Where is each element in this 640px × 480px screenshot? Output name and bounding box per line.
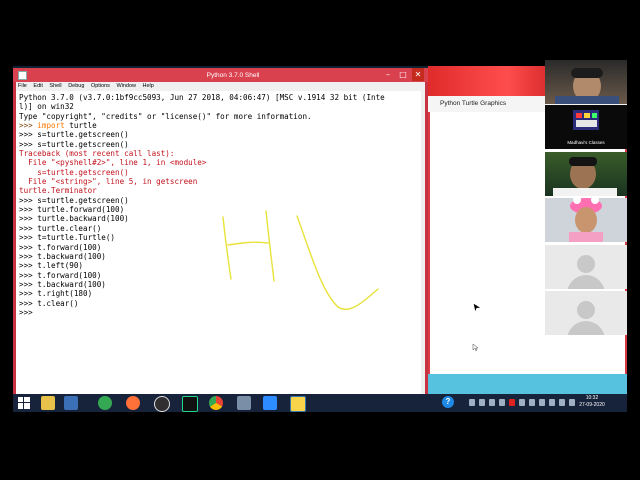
user-avatar-icon	[577, 301, 595, 319]
taskbar-clock[interactable]: 10:32 27-09-2020	[574, 395, 610, 411]
windows-taskbar	[13, 394, 627, 412]
tray-icon[interactable]	[509, 399, 515, 406]
menu-help[interactable]: Help	[143, 82, 154, 91]
pen-annotation	[222, 210, 379, 310]
chrome-icon[interactable]	[209, 396, 223, 410]
menu-shell[interactable]: Shell	[49, 82, 61, 91]
windows-start-icon[interactable]	[18, 397, 30, 409]
menu-file[interactable]: File	[18, 82, 27, 91]
student-video	[555, 68, 619, 104]
tray-icon[interactable]	[489, 399, 495, 406]
shell-editor[interactable]: Python 3.7.0 (v3.7.0:1bf9cc5093, Jun 27 …	[16, 91, 421, 395]
idle-window-title: Python 3.7.0 Shell	[206, 72, 260, 79]
clock-time: 10:32	[585, 395, 599, 401]
turtle-window-title: Python Turtle Graphics	[440, 100, 507, 107]
python-idle-icon[interactable]	[290, 396, 306, 412]
obs-icon[interactable]	[154, 396, 170, 412]
zoom-icon[interactable]	[263, 396, 277, 410]
participant-tile[interactable]	[545, 291, 627, 335]
tray-icon[interactable]	[479, 399, 485, 406]
tray-icon[interactable]	[529, 399, 535, 406]
photos-icon[interactable]	[64, 396, 78, 410]
idle-menubar: File Edit Shell Debug Options Window Hel…	[16, 82, 425, 91]
clock-date: 27-09-2020	[579, 402, 605, 408]
turtle-cursor-icon	[473, 303, 481, 312]
user-avatar-body	[567, 275, 605, 289]
menu-edit[interactable]: Edit	[33, 82, 42, 91]
idle-app-icon	[18, 71, 27, 80]
menu-options[interactable]: Options	[91, 82, 110, 91]
user-avatar-icon	[577, 255, 595, 273]
participant-tile[interactable]	[545, 245, 627, 289]
student-video	[569, 198, 603, 242]
close-icon[interactable]: ✕	[412, 68, 424, 81]
participant-name: Madhavi's Classes	[567, 140, 605, 145]
firefox-icon[interactable]	[126, 396, 140, 410]
mouse-pointer-icon	[472, 343, 479, 352]
menu-window[interactable]: Window	[116, 82, 136, 91]
participant-tile[interactable]	[545, 198, 627, 242]
pycharm-icon[interactable]	[182, 396, 198, 412]
minimize-icon[interactable]: –	[382, 68, 394, 81]
participant-tile[interactable]	[545, 152, 627, 196]
tray-icon[interactable]	[539, 399, 545, 406]
file-explorer-icon[interactable]	[41, 396, 55, 410]
tray-icon[interactable]	[549, 399, 555, 406]
student-video	[553, 157, 617, 196]
tray-icon[interactable]	[499, 399, 505, 406]
participant-tile[interactable]	[545, 60, 627, 104]
help-icon[interactable]: ?	[442, 396, 454, 408]
maximize-icon[interactable]: □	[397, 68, 409, 81]
user-avatar-body	[567, 321, 605, 335]
chrome-like-icon[interactable]	[98, 396, 112, 410]
shell-scrollbar[interactable]	[421, 91, 425, 395]
tray-icon[interactable]	[519, 399, 525, 406]
volume-icon[interactable]	[559, 399, 565, 406]
tray-icon[interactable]	[469, 399, 475, 406]
idle-shell-window[interactable]: Python 3.7.0 Shell – □ ✕ File Edit Shell…	[13, 68, 428, 398]
menu-debug[interactable]: Debug	[68, 82, 84, 91]
files-icon[interactable]	[237, 396, 251, 410]
participant-tile[interactable]: Madhavi's Classes	[545, 105, 627, 149]
